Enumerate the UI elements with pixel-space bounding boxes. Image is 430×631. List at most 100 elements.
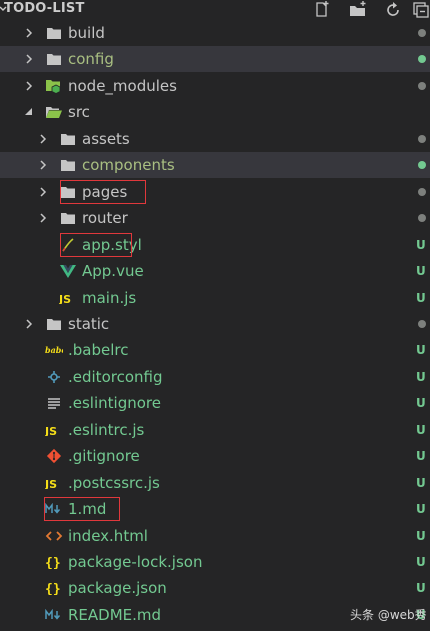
tree-item-label: build: [68, 24, 105, 42]
folder-icon: [59, 130, 77, 148]
status-dot: [418, 55, 426, 63]
src-folder-open-icon: [45, 103, 63, 121]
chevron-right-icon[interactable]: [24, 81, 34, 91]
status-dot: [418, 214, 426, 222]
file-row-babelrc[interactable]: babel .babelrc U: [0, 337, 430, 363]
tree-item-label: .postcssrc.js: [68, 474, 160, 492]
status-dot: [418, 188, 426, 196]
folder-icon: [45, 315, 63, 333]
untracked-badge: U: [416, 581, 426, 595]
file-row-app-styl[interactable]: app.styl U: [0, 232, 430, 258]
file-row-app-vue[interactable]: App.vue U: [0, 258, 430, 284]
folder-icon: [59, 156, 77, 174]
json-icon: {}: [45, 553, 63, 571]
tree-item-label: node_modules: [68, 77, 177, 95]
folder-icon: [59, 209, 77, 227]
chevron-down-icon[interactable]: [24, 107, 34, 117]
markdown-icon: [45, 500, 63, 518]
untracked-badge: U: [416, 238, 426, 252]
folder-icon: [45, 24, 63, 42]
lines-icon: [45, 394, 63, 412]
json-icon: {}: [45, 579, 63, 597]
babel-icon: babel: [45, 341, 63, 359]
svg-text:JS: JS: [45, 478, 57, 489]
folder-icon: [45, 50, 63, 68]
chevron-right-icon[interactable]: [24, 319, 34, 329]
tree-item-label: package.json: [68, 579, 167, 597]
file-row-package-lock-json[interactable]: {} package-lock.json U: [0, 549, 430, 575]
new-folder-icon[interactable]: [348, 0, 368, 18]
tree-item-label: assets: [82, 130, 130, 148]
explorer-header: TODO-LIST: [0, 0, 430, 18]
tree-item-label: .editorconfig: [68, 368, 163, 386]
folder-row-node-modules[interactable]: node_modules: [0, 73, 430, 99]
file-row-postcssrc-js[interactable]: JS .postcssrc.js U: [0, 470, 430, 496]
js-icon: JS: [45, 421, 63, 439]
status-dot: [418, 161, 426, 169]
file-row-1-md[interactable]: 1.md U: [0, 496, 430, 522]
tree-item-label: App.vue: [82, 262, 144, 280]
folder-icon: [59, 183, 77, 201]
explorer-title: TODO-LIST: [4, 1, 85, 16]
node-modules-folder-icon: [45, 77, 63, 95]
status-dot: [418, 135, 426, 143]
folder-row-router[interactable]: router: [0, 205, 430, 231]
tree-item-label: src: [68, 103, 90, 121]
tree-item-label: index.html: [68, 527, 148, 545]
file-row-gitignore[interactable]: .gitignore U: [0, 443, 430, 469]
folder-row-components[interactable]: components: [0, 152, 430, 178]
tree-item-label: .eslintrc.js: [68, 421, 145, 439]
svg-text:{}: {}: [45, 582, 61, 595]
untracked-badge: U: [416, 396, 426, 410]
git-icon: [45, 447, 63, 465]
collapse-all-icon[interactable]: [410, 0, 430, 18]
folder-row-pages[interactable]: pages: [0, 179, 430, 205]
svg-text:{}: {}: [45, 556, 61, 569]
js-icon: JS: [59, 289, 77, 307]
folder-row-src[interactable]: src: [0, 99, 430, 125]
refresh-icon[interactable]: [383, 0, 403, 18]
tree-item-label: app.styl: [82, 236, 142, 254]
file-row-editorconfig[interactable]: .editorconfig U: [0, 364, 430, 390]
untracked-badge: U: [416, 343, 426, 357]
chevron-right-icon[interactable]: [38, 134, 48, 144]
folder-row-assets[interactable]: assets: [0, 126, 430, 152]
watermark-text: 头条 @web秀: [350, 608, 427, 622]
status-dot: [418, 29, 426, 37]
editorconfig-icon: [45, 368, 63, 386]
tree-item-label: .gitignore: [68, 447, 140, 465]
file-row-package-json[interactable]: {} package.json U: [0, 575, 430, 601]
file-row-main-js[interactable]: JS main.js U: [0, 285, 430, 311]
chevron-right-icon[interactable]: [24, 54, 34, 64]
untracked-badge: U: [416, 370, 426, 384]
chevron-right-icon[interactable]: [24, 28, 34, 38]
tree-item-label: package-lock.json: [68, 553, 203, 571]
folder-row-config[interactable]: config: [0, 46, 430, 72]
untracked-badge: U: [416, 502, 426, 516]
svg-text:babel: babel: [45, 345, 63, 355]
status-dot: [418, 82, 426, 90]
chevron-right-icon[interactable]: [38, 160, 48, 170]
chevron-right-icon[interactable]: [38, 213, 48, 223]
untracked-badge: U: [416, 476, 426, 490]
file-row-eslintignore[interactable]: .eslintignore U: [0, 390, 430, 416]
tree-item-label: 1.md: [68, 500, 107, 518]
tree-item-label: .eslintignore: [68, 394, 161, 412]
tree-item-label: .babelrc: [68, 341, 129, 359]
svg-text:JS: JS: [59, 293, 71, 304]
chevron-right-icon[interactable]: [38, 187, 48, 197]
file-row-eslintrc-js[interactable]: JS .eslintrc.js U: [0, 417, 430, 443]
new-file-icon[interactable]: [312, 0, 332, 18]
untracked-badge: U: [416, 555, 426, 569]
vue-icon: [59, 262, 77, 280]
tree-item-label: config: [68, 50, 114, 68]
svg-text:JS: JS: [45, 425, 57, 436]
folder-row-build[interactable]: build: [0, 20, 430, 46]
tree-item-label: pages: [82, 183, 128, 201]
stylus-icon: [59, 236, 77, 254]
tree-item-label: router: [82, 209, 128, 227]
tree-item-label: main.js: [82, 289, 137, 307]
folder-row-static[interactable]: static: [0, 311, 430, 337]
file-row-index-html[interactable]: index.html U: [0, 523, 430, 549]
html-icon: [45, 527, 63, 545]
